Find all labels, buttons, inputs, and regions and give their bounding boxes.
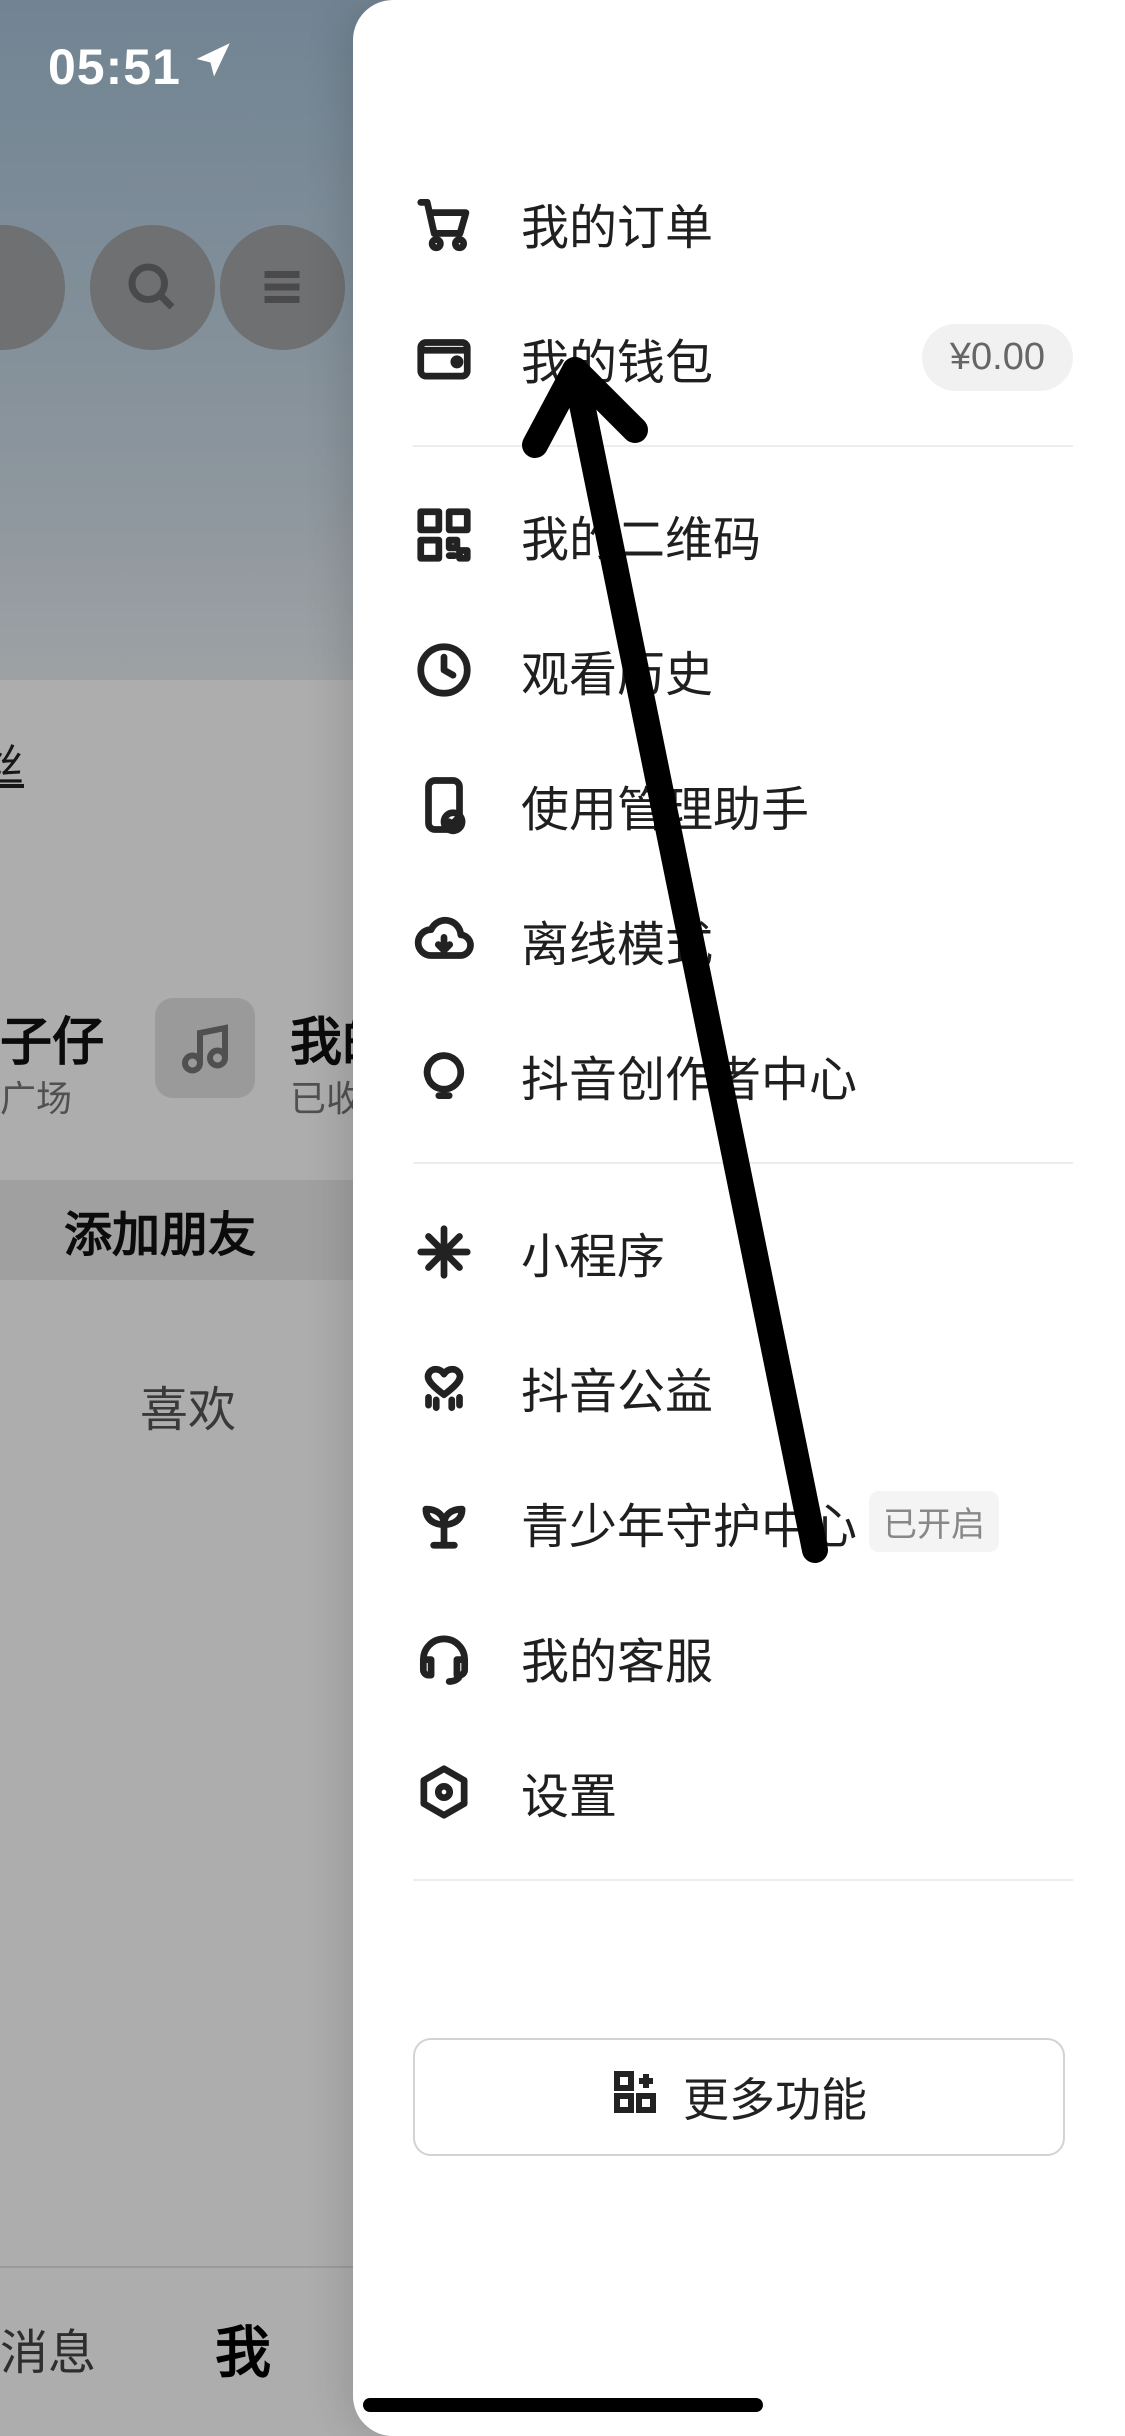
- menu-offline-label: 离线模式: [521, 905, 713, 975]
- divider: [413, 1162, 1073, 1164]
- wallet-amount-badge: ¥0.00: [922, 324, 1073, 391]
- divider: [413, 445, 1073, 447]
- menu-creator-label: 抖音创作者中心: [521, 1040, 857, 1110]
- bulb-icon: [413, 1044, 475, 1106]
- menu-creator[interactable]: 抖音创作者中心: [413, 1007, 1073, 1142]
- headset-icon: [413, 1626, 475, 1688]
- more-functions-label: 更多功能: [683, 2064, 867, 2130]
- cloud-download-icon: [413, 909, 475, 971]
- home-indicator: [363, 2398, 763, 2412]
- divider: [413, 1879, 1073, 1881]
- menu-orders-label: 我的订单: [521, 188, 713, 258]
- menu-teen[interactable]: 青少年守护中心 已开启: [413, 1454, 1073, 1589]
- menu-teen-label: 青少年守护中心: [521, 1487, 857, 1557]
- menu-offline[interactable]: 离线模式: [413, 872, 1073, 1007]
- sparkle-icon: [413, 1221, 475, 1283]
- menu-service[interactable]: 我的客服: [413, 1589, 1073, 1724]
- more-functions-button[interactable]: 更多功能: [413, 2038, 1065, 2156]
- menu-wallet[interactable]: 我的钱包 ¥0.00: [413, 290, 1073, 425]
- menu-charity[interactable]: 抖音公益: [413, 1319, 1073, 1454]
- location-icon: [193, 38, 235, 85]
- menu-history[interactable]: 观看历史: [413, 602, 1073, 737]
- menu-miniapp[interactable]: 小程序: [413, 1184, 1073, 1319]
- clock-icon: [413, 639, 475, 701]
- menu-settings-label: 设置: [521, 1757, 617, 1827]
- menu-assistant[interactable]: 使用管理助手: [413, 737, 1073, 872]
- teen-enabled-tag: 已开启: [869, 1491, 999, 1552]
- menu-qrcode-label: 我的二维码: [521, 500, 761, 570]
- heart-hands-icon: [413, 1356, 475, 1418]
- menu-history-label: 观看历史: [521, 635, 713, 705]
- menu-wallet-label: 我的钱包: [521, 323, 713, 393]
- phone-check-icon: [413, 774, 475, 836]
- menu-qrcode[interactable]: 我的二维码: [413, 467, 1073, 602]
- grid-add-icon: [611, 2068, 659, 2127]
- menu-service-label: 我的客服: [521, 1622, 713, 1692]
- menu-assistant-label: 使用管理助手: [521, 770, 809, 840]
- status-time: 05:51: [48, 38, 181, 96]
- menu-charity-label: 抖音公益: [521, 1352, 713, 1422]
- settings-icon: [413, 1761, 475, 1823]
- side-drawer: 我的订单 我的钱包 ¥0.00 我的二维码 观看历史 使用管理助手: [353, 0, 1125, 2436]
- menu-settings[interactable]: 设置: [413, 1724, 1073, 1859]
- sprout-icon: [413, 1491, 475, 1553]
- menu-orders[interactable]: 我的订单: [413, 155, 1073, 290]
- qrcode-icon: [413, 504, 475, 566]
- cart-icon: [413, 192, 475, 254]
- wallet-icon: [413, 327, 475, 389]
- menu-miniapp-label: 小程序: [521, 1217, 665, 1287]
